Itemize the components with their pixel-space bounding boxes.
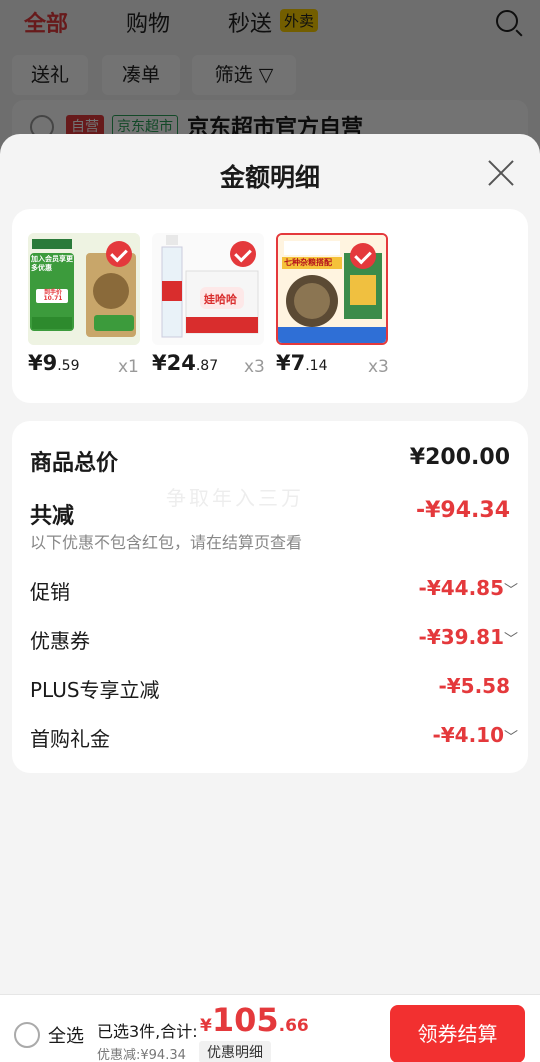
price-cents: .87 [195,358,219,374]
product-image: 七种杂粮搭配 [276,233,388,345]
chevron-down-icon[interactable]: ﹀ [504,727,518,747]
breakdown-label: 优惠券 [30,629,90,653]
product-qty: x3 [244,357,265,377]
discount-note: 以下优惠不包含红包，请在结算页查看 [30,533,303,552]
tab-all[interactable]: 全部 [24,6,68,38]
close-icon[interactable] [486,158,516,188]
discount-detail-button[interactable]: 优惠明细 [199,1041,271,1062]
selected-check-icon[interactable] [106,241,132,267]
total-dec: .66 [278,1016,309,1036]
breakdown-row-promo[interactable]: 促销 -¥44.85 ﹀ [30,572,518,608]
price-cents: .59 [57,358,80,374]
breakdown-label: 首购礼金 [30,727,110,751]
breakdown-value: -¥44.85 [418,576,504,600]
total-label: 商品总价 [30,451,119,476]
product-image: 娃哈哈 [152,233,264,345]
checkout-button[interactable]: 领券结算 [390,1005,525,1062]
breakdown-label: 促销 [30,580,70,604]
breakdown-row-first-gift[interactable]: 首购礼金 -¥4.10 ﹀ [30,719,518,755]
product-image: 加入会员享更多优惠 到手价 10.71 [28,233,140,345]
select-all-radio[interactable] [14,1022,40,1048]
chip-filter[interactable]: 筛选 ▽ [192,55,296,95]
watermark: 争取年入三万 [166,486,304,510]
sheet-title: 金额明细 [219,163,320,192]
total-row: 商品总价 ¥200.00 [30,441,510,477]
top-tabs: 全部 购物 秒送 外卖 [0,0,540,44]
amount-detail-sheet: 金额明细 加入会员享更多优惠 到手价 10.71 ¥9.59 x1 娃哈哈 ¥2… [0,134,540,1062]
selected-count: 已选3件,合计: [97,1022,198,1041]
selected-check-icon[interactable] [350,243,376,269]
chevron-down-icon[interactable]: ﹀ [504,629,518,649]
checkout-bar: 全选 已选3件,合计: ¥105.66 优惠减:¥94.34 优惠明细 领券结算 [0,994,540,1062]
takeout-badge: 外卖 [280,9,319,32]
breakdown-value: -¥39.81 [418,625,504,649]
product-qty: x3 [368,357,389,377]
breakdown-label: PLUS专享立减 [30,678,160,702]
total-symbol: ¥ [200,1016,212,1036]
breakdown-row-plus: PLUS专享立减 -¥5.58 [30,670,510,706]
product-image-caption: 七种杂粮搭配 [284,258,332,267]
product-price: ¥24.87 [152,351,218,375]
price-yuan: ¥24 [152,351,196,375]
chip-filter-label: 筛选 [214,64,253,86]
amount-breakdown-card: 商品总价 ¥200.00 共减 -¥94.34 以下优惠不包含红包，请在结算页查… [12,421,528,773]
tab-express[interactable]: 秒送 [228,6,272,38]
discount-note-row: 以下优惠不包含红包，请在结算页查看 [30,527,510,553]
price-yuan: ¥7 [276,351,306,375]
discount-value: -¥94.34 [415,498,510,523]
discount-summary: 优惠减:¥94.34 [97,1048,186,1062]
total-value: ¥200.00 [409,445,510,470]
chip-gift[interactable]: 送礼 [12,55,88,95]
search-icon[interactable] [496,10,518,32]
select-all-label[interactable]: 全选 [48,1022,84,1048]
total-amount: ¥105.66 [200,1001,309,1039]
product-image-caption: 加入会员享更多优惠 [31,255,73,272]
product-price: ¥7.14 [276,351,328,375]
breakdown-value: -¥5.58 [438,674,510,698]
price-yuan: ¥9 [28,351,58,375]
product-image-promo: 到手价 10.71 [43,289,63,302]
chevron-down-icon[interactable]: ﹀ [504,580,518,600]
filter-icon: ▽ [258,64,274,86]
chip-bundle[interactable]: 凑单 [102,55,180,95]
product-image-caption: 娃哈哈 [204,293,237,306]
tab-shopping[interactable]: 购物 [126,6,170,38]
products-card: 加入会员享更多优惠 到手价 10.71 ¥9.59 x1 娃哈哈 ¥24.87 … [12,209,528,403]
breakdown-value: -¥4.10 [432,723,504,747]
discount-label: 共减 [30,504,75,529]
total-int: 105 [211,1001,279,1039]
price-cents: .14 [305,358,328,374]
breakdown-row-coupon[interactable]: 优惠券 -¥39.81 ﹀ [30,621,518,657]
product-qty: x1 [118,357,139,377]
selected-check-icon[interactable] [230,241,256,267]
product-price: ¥9.59 [28,351,80,375]
